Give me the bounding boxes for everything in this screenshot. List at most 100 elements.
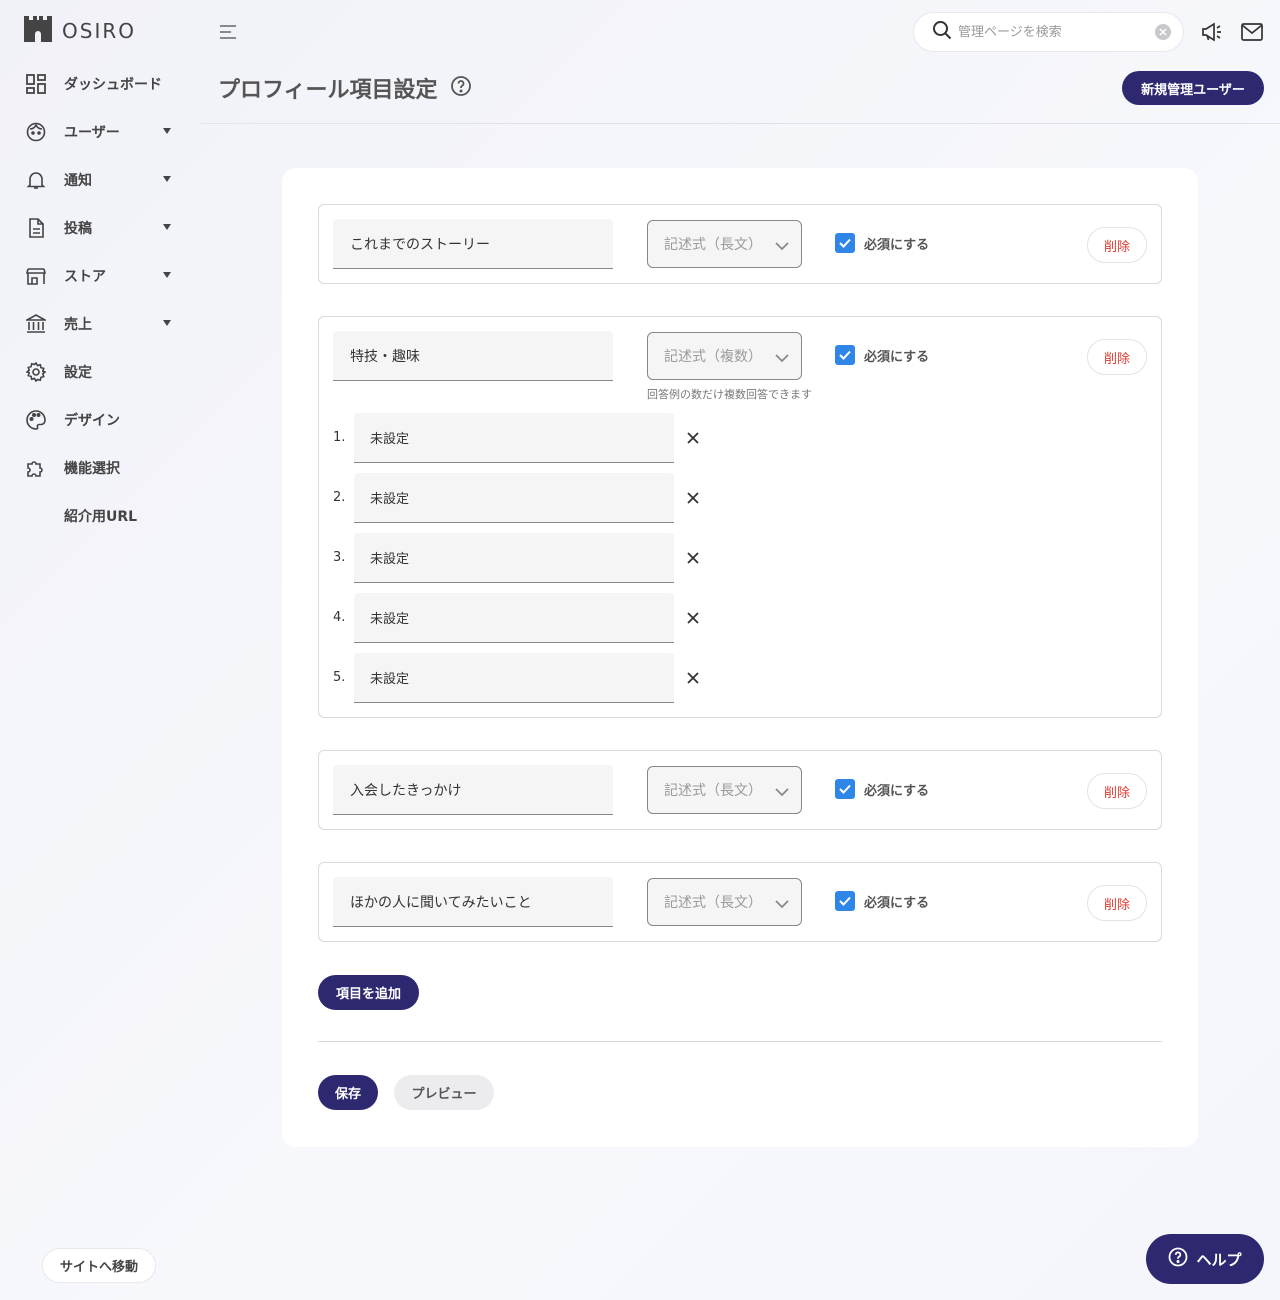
sidebar-item-dashboard[interactable]: ダッシュボード — [0, 60, 200, 108]
page-header: プロフィール項目設定 — [218, 72, 472, 104]
caret-down-icon — [163, 272, 171, 278]
header-divider — [200, 123, 1280, 124]
chevron-down-icon — [775, 239, 789, 255]
field-type-value: 記述式（長文） — [664, 895, 762, 911]
delete-button[interactable]: 削除 — [1087, 227, 1147, 263]
chevron-down-icon — [775, 351, 789, 367]
checkbox-checked-icon[interactable] — [835, 233, 855, 253]
field-name-input[interactable]: これまでのストーリー — [333, 219, 613, 269]
app-root: OSIRO ダッシュボード ユーザー 通知 投稿 ストア 売上 設定 デザイン … — [0, 0, 1280, 1300]
castle-logo-icon — [24, 16, 52, 46]
gear-icon — [24, 360, 48, 384]
remove-option-icon[interactable] — [685, 430, 701, 446]
logo[interactable]: OSIRO — [24, 16, 136, 46]
delete-button[interactable]: 削除 — [1087, 885, 1147, 921]
help-circle-icon[interactable] — [450, 75, 472, 101]
help-button[interactable]: ヘルプ — [1146, 1234, 1264, 1284]
search-icon — [932, 20, 952, 44]
remove-option-icon[interactable] — [685, 610, 701, 626]
sidebar-item-label: 紹介用URL — [64, 509, 138, 525]
sidebar-item-label: 投稿 — [64, 221, 92, 237]
required-toggle[interactable]: 必須にする — [835, 233, 929, 253]
megaphone-icon[interactable] — [1200, 20, 1224, 44]
caret-down-icon — [163, 320, 171, 326]
dashboard-icon — [24, 72, 48, 96]
option-number: 5. — [333, 670, 346, 685]
option-number: 2. — [333, 490, 346, 505]
page-title: プロフィール項目設定 — [218, 78, 438, 103]
field-name-input[interactable]: 入会したきっかけ — [333, 765, 613, 815]
option-input[interactable]: 未設定 — [354, 593, 674, 643]
checkbox-checked-icon[interactable] — [835, 779, 855, 799]
caret-down-icon — [163, 128, 171, 134]
help-circle-icon — [1168, 1247, 1188, 1271]
sidebar-item-label: 機能選択 — [64, 461, 120, 477]
delete-button[interactable]: 削除 — [1087, 339, 1147, 375]
checkbox-checked-icon[interactable] — [835, 345, 855, 365]
remove-option-icon[interactable] — [685, 490, 701, 506]
sidebar-item-notifications[interactable]: 通知 — [0, 156, 200, 204]
field-type-value: 記述式（複数） — [664, 349, 762, 365]
profile-field-item: 特技・趣味 記述式（複数） 必須にする 削除 回答例の数だけ複数回答できます 1… — [318, 316, 1162, 718]
save-button[interactable]: 保存 — [318, 1075, 378, 1110]
sidebar-item-users[interactable]: ユーザー — [0, 108, 200, 156]
document-icon — [24, 216, 48, 240]
required-label: 必須にする — [864, 237, 930, 253]
sidebar-item-label: ダッシュボード — [64, 77, 162, 93]
sidebar-item-store[interactable]: ストア — [0, 252, 200, 300]
clear-search-icon[interactable] — [1155, 24, 1171, 40]
delete-button[interactable]: 削除 — [1087, 773, 1147, 809]
sidebar-item-label: 通知 — [64, 173, 92, 189]
store-icon — [24, 264, 48, 288]
mail-icon[interactable] — [1240, 20, 1264, 44]
bank-icon — [24, 312, 48, 336]
sidebar-item-settings[interactable]: 設定 — [0, 348, 200, 396]
field-hint: 回答例の数だけ複数回答できます — [647, 388, 812, 401]
profile-fields-card: これまでのストーリー 記述式（長文） 必須にする 削除 特技・趣味 記述式（複数… — [282, 168, 1198, 1147]
sidebar-item-design[interactable]: デザイン — [0, 396, 200, 444]
option-number: 3. — [333, 550, 346, 565]
field-type-value: 記述式（長文） — [664, 237, 762, 253]
form-divider — [318, 1041, 1162, 1042]
option-number: 4. — [333, 610, 346, 625]
sidebar-item-referral-url[interactable]: 紹介用URL — [0, 492, 200, 540]
profile-field-item: ほかの人に聞いてみたいこと 記述式（長文） 必須にする 削除 — [318, 862, 1162, 942]
puzzle-icon — [24, 456, 48, 480]
field-type-select[interactable]: 記述式（長文） — [647, 220, 802, 268]
option-input[interactable]: 未設定 — [354, 473, 674, 523]
menu-toggle-icon[interactable] — [218, 22, 238, 42]
sidebar-item-label: ストア — [64, 269, 106, 285]
caret-down-icon — [163, 176, 171, 182]
field-name-input[interactable]: ほかの人に聞いてみたいこと — [333, 877, 613, 927]
field-type-select[interactable]: 記述式（複数） — [647, 332, 802, 380]
option-input[interactable]: 未設定 — [354, 653, 674, 703]
option-number: 1. — [333, 430, 346, 445]
preview-button[interactable]: プレビュー — [394, 1075, 494, 1110]
remove-option-icon[interactable] — [685, 550, 701, 566]
required-toggle[interactable]: 必須にする — [835, 345, 929, 365]
search-input[interactable] — [958, 24, 1155, 40]
required-toggle[interactable]: 必須にする — [835, 779, 929, 799]
option-input[interactable]: 未設定 — [354, 413, 674, 463]
palette-icon — [24, 408, 48, 432]
option-input[interactable]: 未設定 — [354, 533, 674, 583]
field-type-select[interactable]: 記述式（長文） — [647, 766, 802, 814]
required-toggle[interactable]: 必須にする — [835, 891, 929, 911]
chevron-down-icon — [775, 785, 789, 801]
remove-option-icon[interactable] — [685, 670, 701, 686]
add-field-button[interactable]: 項目を追加 — [318, 975, 419, 1010]
sidebar-item-label: デザイン — [64, 413, 120, 429]
help-label: ヘルプ — [1196, 1250, 1242, 1269]
chevron-down-icon — [775, 897, 789, 913]
bell-icon — [24, 168, 48, 192]
go-to-site-button[interactable]: サイトへ移動 — [42, 1248, 156, 1283]
sidebar-item-posts[interactable]: 投稿 — [0, 204, 200, 252]
sidebar-item-sales[interactable]: 売上 — [0, 300, 200, 348]
field-type-value: 記述式（長文） — [664, 783, 762, 799]
checkbox-checked-icon[interactable] — [835, 891, 855, 911]
new-admin-user-button[interactable]: 新規管理ユーザー — [1122, 71, 1264, 105]
field-name-input[interactable]: 特技・趣味 — [333, 331, 613, 381]
field-type-select[interactable]: 記述式（長文） — [647, 878, 802, 926]
sidebar-item-features[interactable]: 機能選択 — [0, 444, 200, 492]
caret-down-icon — [163, 224, 171, 230]
